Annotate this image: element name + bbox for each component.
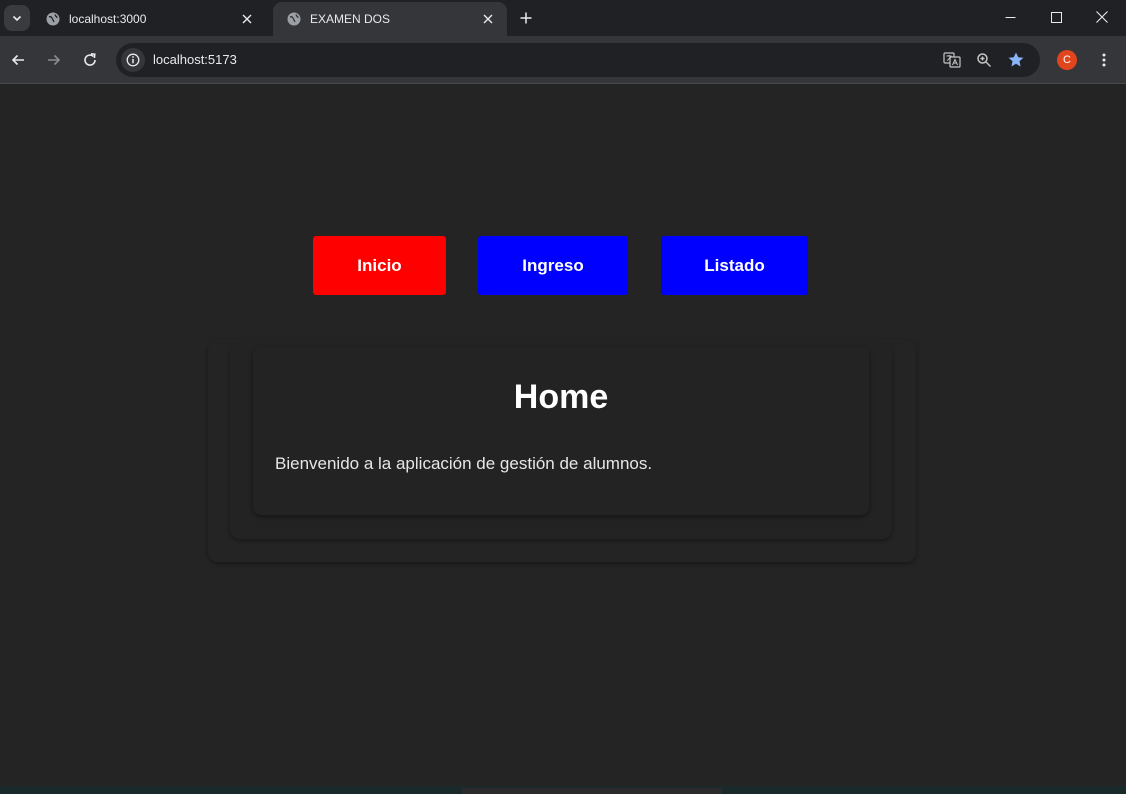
translate-icon bbox=[943, 52, 961, 68]
page-viewport: Inicio Ingreso Listado Home Bienvenido a… bbox=[0, 85, 1126, 786]
taskbar-edge bbox=[0, 786, 1126, 794]
arrow-right-icon bbox=[48, 54, 61, 66]
browser-menu-button[interactable] bbox=[1092, 46, 1116, 74]
bookmark-button[interactable] bbox=[1006, 50, 1026, 70]
plus-icon bbox=[520, 12, 532, 24]
star-icon bbox=[1008, 52, 1024, 67]
ingreso-button[interactable]: Ingreso bbox=[478, 236, 628, 295]
listado-button[interactable]: Listado bbox=[661, 236, 808, 295]
minimize-icon bbox=[1005, 16, 1015, 18]
zoom-button[interactable] bbox=[974, 50, 994, 70]
translate-button[interactable] bbox=[942, 50, 962, 70]
tab-examen-dos[interactable]: EXAMEN DOS bbox=[273, 2, 507, 36]
address-bar[interactable]: localhost:5173 bbox=[116, 43, 1040, 77]
browser-window: localhost:3000 EXAMEN DOS localhost:5173… bbox=[0, 0, 1126, 794]
forward-button[interactable] bbox=[40, 46, 68, 74]
close-icon[interactable] bbox=[238, 10, 256, 28]
browser-toolbar: localhost:5173 bbox=[0, 36, 1126, 84]
minimize-button[interactable] bbox=[987, 0, 1033, 34]
zoom-icon bbox=[977, 53, 991, 67]
reload-icon bbox=[84, 53, 96, 66]
url-text[interactable]: localhost:5173 bbox=[153, 52, 237, 67]
tab-title: EXAMEN DOS bbox=[310, 12, 391, 26]
back-button[interactable] bbox=[4, 46, 32, 74]
home-card: Home Bienvenido a la aplicación de gesti… bbox=[253, 347, 869, 515]
site-info-button[interactable] bbox=[121, 48, 145, 72]
globe-icon bbox=[45, 11, 61, 27]
tab-title: localhost:3000 bbox=[69, 12, 147, 26]
new-tab-button[interactable] bbox=[514, 6, 538, 30]
profile-avatar[interactable]: C bbox=[1057, 50, 1077, 70]
maximize-button[interactable] bbox=[1033, 0, 1079, 34]
close-icon[interactable] bbox=[479, 10, 497, 28]
globe-icon bbox=[286, 11, 302, 27]
nav-bar: Inicio Ingreso Listado bbox=[0, 236, 1126, 295]
welcome-text: Bienvenido a la aplicación de gestión de… bbox=[275, 454, 653, 473]
arrow-left-icon bbox=[11, 54, 24, 66]
taskbar-segment bbox=[462, 788, 722, 794]
reload-button[interactable] bbox=[76, 46, 104, 74]
close-window-button[interactable] bbox=[1079, 0, 1125, 34]
chevron-down-icon bbox=[12, 15, 22, 22]
tab-localhost-3000[interactable]: localhost:3000 bbox=[32, 2, 266, 36]
maximize-icon bbox=[1050, 11, 1062, 23]
tab-strip: localhost:3000 EXAMEN DOS bbox=[0, 0, 1126, 36]
close-icon bbox=[1096, 11, 1108, 23]
page-title: Home bbox=[513, 378, 609, 416]
profile-initial: C bbox=[1063, 54, 1071, 66]
more-vert-icon bbox=[1102, 53, 1106, 67]
inicio-button[interactable]: Inicio bbox=[313, 236, 446, 295]
info-icon bbox=[126, 53, 140, 67]
tab-search-button[interactable] bbox=[4, 5, 30, 31]
